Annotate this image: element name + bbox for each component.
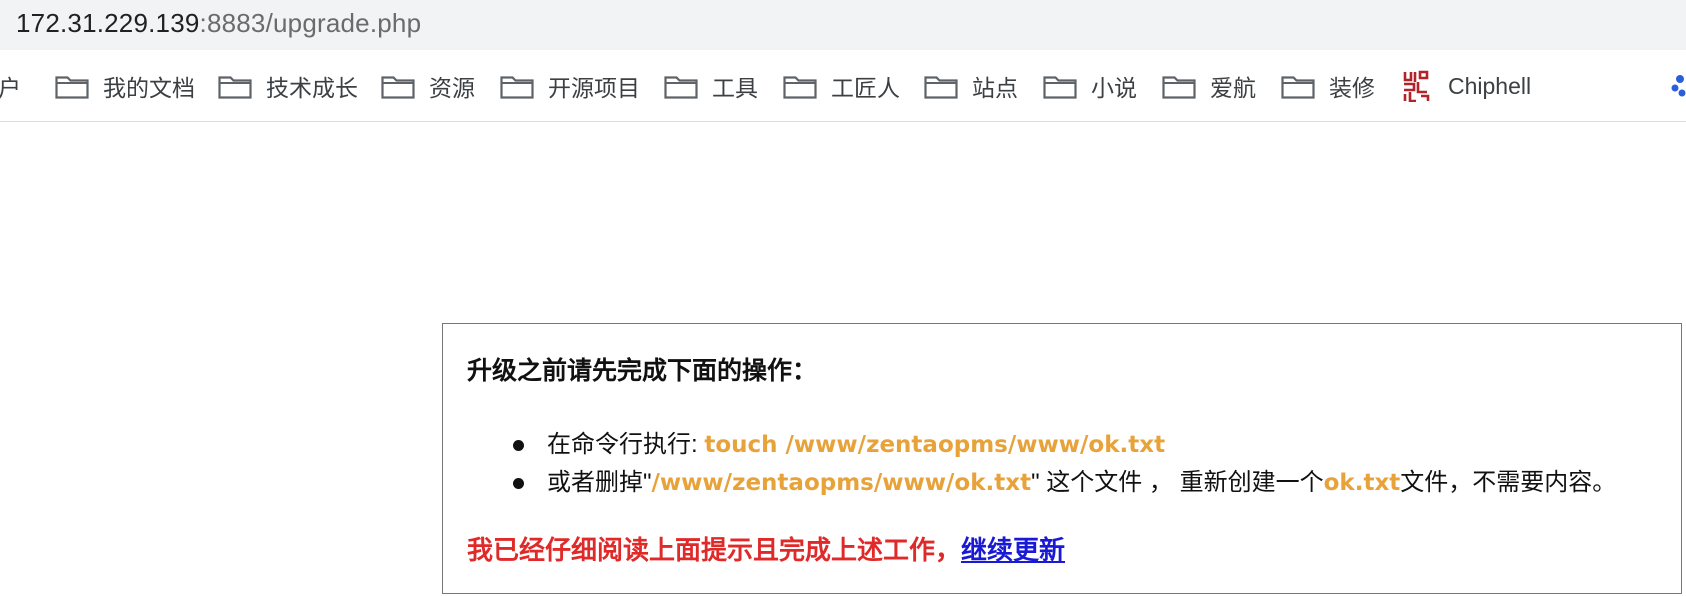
folder-icon <box>500 73 534 99</box>
folder-icon <box>783 73 817 99</box>
folder-icon <box>55 73 89 99</box>
bookmark-overflow-partial[interactable] <box>1670 68 1686 104</box>
upgrade-notice-panel: 升级之前请先完成下面的操作： 在命令行执行: touch /www/zentao… <box>442 323 1682 594</box>
bookmark-folder-novels[interactable]: 小说 <box>1043 68 1137 104</box>
folder-icon <box>1281 73 1315 99</box>
bookmark-folder-craftsman[interactable]: 工匠人 <box>783 68 900 104</box>
bookmark-label: 资源 <box>429 75 475 101</box>
file-name: ok.txt <box>1323 470 1401 496</box>
bookmark-folder-my-docs[interactable]: 我的文档 <box>55 68 195 104</box>
bullet-icon <box>513 440 524 451</box>
bookmark-label: 开源项目 <box>548 75 640 101</box>
panel-title: 升级之前请先完成下面的操作： <box>467 357 818 385</box>
bookmark-label: 我的文档 <box>103 75 195 101</box>
instruction-middle: " 这个文件 ， 重新创建一个 <box>1031 469 1324 496</box>
confirmation-text: 我已经仔细阅读上面提示且完成上述工作， <box>467 535 962 565</box>
url-host: 172.31.229.139 <box>16 8 200 38</box>
bookmark-folder-tech-growth[interactable]: 技术成长 <box>218 68 358 104</box>
folder-icon <box>664 73 698 99</box>
chiphell-icon <box>1402 70 1430 103</box>
address-bar[interactable]: 172.31.229.139:8883/upgrade.php <box>0 0 1686 50</box>
continue-update-link[interactable]: 继续更新 <box>961 535 1065 565</box>
url-text[interactable]: 172.31.229.139:8883/upgrade.php <box>16 8 421 39</box>
instruction-prefix: 在命令行执行: <box>547 431 705 458</box>
folder-icon <box>924 73 958 99</box>
bookmark-folder-sites[interactable]: 站点 <box>924 68 1018 104</box>
command-text: touch /www/zentaopms/www/ok.txt <box>704 432 1166 458</box>
bookmark-chiphell[interactable]: Chiphell <box>1402 68 1531 104</box>
instruction-item: 在命令行执行: touch /www/zentaopms/www/ok.txt <box>513 426 1616 464</box>
instruction-prefix: 或者删掉" <box>547 469 652 496</box>
bookmark-label: 工具 <box>712 75 758 101</box>
bookmark-label: 爱航 <box>1210 75 1256 101</box>
folder-icon <box>381 73 415 99</box>
bookmark-folder-aihang[interactable]: 爱航 <box>1162 68 1256 104</box>
folder-icon <box>1043 73 1077 99</box>
instruction-item: 或者删掉"/www/zentaopms/www/ok.txt" 这个文件 ， 重… <box>513 464 1616 502</box>
file-path: /www/zentaopms/www/ok.txt <box>651 470 1032 496</box>
bookmark-label: Chiphell <box>1448 72 1532 99</box>
folder-icon <box>1162 73 1196 99</box>
bookmark-folder-resources[interactable]: 资源 <box>381 68 475 104</box>
bookmark-label: 工匠人 <box>831 75 900 101</box>
bookmark-folder-open-source[interactable]: 开源项目 <box>500 68 640 104</box>
bookmark-item-account[interactable]: 户 <box>0 68 21 104</box>
bookmark-folder-decoration[interactable]: 装修 <box>1281 68 1375 104</box>
instruction-suffix: 文件，不需要内容。 <box>1400 469 1617 496</box>
blue-dots-icon <box>1670 73 1686 99</box>
bullet-icon <box>513 478 524 489</box>
bookmark-folder-tools[interactable]: 工具 <box>664 68 758 104</box>
url-path: :8883/upgrade.php <box>199 8 422 38</box>
instruction-list: 在命令行执行: touch /www/zentaopms/www/ok.txt … <box>513 426 1616 502</box>
bookmark-label: 站点 <box>972 75 1018 101</box>
bookmark-label: 户 <box>0 75 21 101</box>
bookmarks-bar: 户 我的文档 技术成长 资源 开源项目 工具 工匠人 站点 小说 爱航 装修 C… <box>0 50 1686 122</box>
bookmark-label: 装修 <box>1329 75 1375 101</box>
bookmark-label: 小说 <box>1091 75 1137 101</box>
folder-icon <box>218 73 252 99</box>
bookmark-label: 技术成长 <box>266 75 358 101</box>
confirmation-line: 我已经仔细阅读上面提示且完成上述工作，继续更新 <box>467 530 1065 567</box>
